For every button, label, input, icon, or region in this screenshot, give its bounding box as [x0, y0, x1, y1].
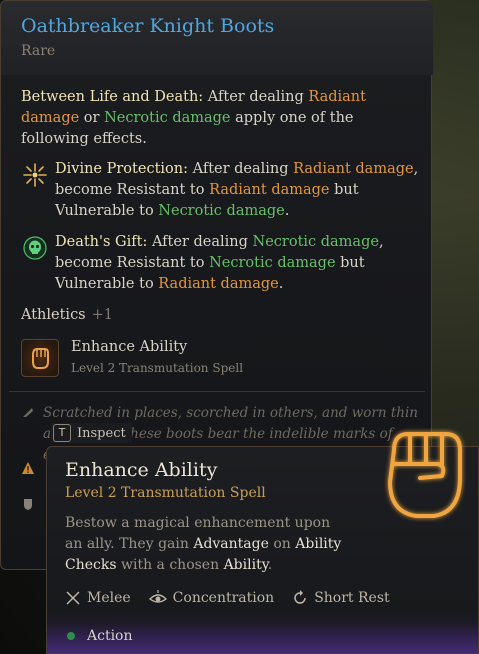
effect-text: .	[278, 276, 284, 292]
effect-text: After dealing	[151, 234, 248, 250]
effect-name: Death's Gift:	[55, 234, 148, 250]
radiant-damage-keyword[interactable]: Radiant damage	[158, 276, 278, 292]
necrotic-damage-keyword[interactable]: Necrotic damage	[209, 255, 335, 271]
spell-properties: Melee Concentration Short Rest	[65, 590, 390, 606]
property-label: Short Rest	[314, 590, 390, 606]
spell-tooltip-title: Enhance Ability	[65, 459, 218, 481]
description-text: on	[273, 536, 291, 552]
inspect-prompt[interactable]: T Inspect	[51, 423, 132, 443]
sunburst-icon	[23, 163, 47, 187]
advantage-keyword[interactable]: Advantage	[193, 536, 269, 552]
property-label: Concentration	[172, 590, 275, 606]
armour-icon	[24, 499, 32, 510]
main-effect-text: After dealing	[207, 89, 304, 105]
property-short-rest: Short Rest	[292, 590, 390, 606]
crossed-swords-icon	[66, 591, 80, 605]
description-text: .	[267, 557, 273, 573]
enhance-ability-icon	[21, 339, 59, 377]
main-effect-text: or	[83, 110, 100, 126]
item-name: Oathbreaker Knight Boots	[21, 15, 275, 37]
skill-name: Athletics	[21, 307, 86, 323]
property-melee: Melee	[65, 590, 131, 606]
inspect-label: Inspect	[77, 425, 126, 441]
necrotic-damage-keyword[interactable]: Necrotic damage	[158, 203, 284, 219]
radiant-damage-keyword[interactable]: Radiant damage	[209, 182, 329, 198]
quill-icon	[23, 408, 33, 417]
radiant-damage-keyword[interactable]: Radiant damage	[293, 161, 413, 177]
effect-name: Divine Protection:	[55, 161, 188, 177]
skill-bonus-value: +1	[91, 307, 114, 323]
item-rarity: Rare	[21, 43, 56, 59]
effect-text: .	[284, 203, 290, 219]
ability-keyword[interactable]: Ability	[224, 557, 268, 573]
main-effect: Between Life and Death: After dealing Ra…	[21, 87, 416, 150]
description-text: with a chosen	[120, 557, 220, 573]
skill-bonus: Athletics +1	[21, 307, 113, 323]
keybind-t: T	[53, 424, 71, 442]
action-label: Action	[87, 628, 133, 644]
spell-name: Enhance Ability	[71, 339, 188, 355]
main-effect-name: Between Life and Death:	[21, 89, 204, 105]
divider	[9, 391, 425, 392]
skull-icon	[23, 236, 47, 260]
short-rest-icon	[294, 590, 306, 604]
spell-level: Level 2 Transmutation Spell	[71, 361, 244, 375]
spell-tooltip-subtitle: Level 2 Transmutation Spell	[65, 485, 266, 501]
granted-spell[interactable]: Enhance Ability Level 2 Transmutation Sp…	[21, 339, 411, 381]
property-concentration: Concentration	[148, 590, 275, 606]
concentration-eye-icon	[148, 590, 167, 603]
warning-icon	[22, 462, 34, 474]
necrotic-damage-keyword[interactable]: Necrotic damage	[253, 234, 379, 250]
item-header	[1, 1, 433, 75]
spell-tooltip-description: Bestow a magical enhancement upon an all…	[65, 513, 345, 576]
property-label: Melee	[87, 590, 131, 606]
enhance-ability-fist-icon	[388, 432, 462, 518]
action-dot-icon	[67, 632, 75, 640]
action-cost: Action	[67, 628, 133, 644]
necrotic-damage-keyword[interactable]: Necrotic damage	[104, 110, 230, 126]
effect-text: After dealing	[192, 161, 289, 177]
